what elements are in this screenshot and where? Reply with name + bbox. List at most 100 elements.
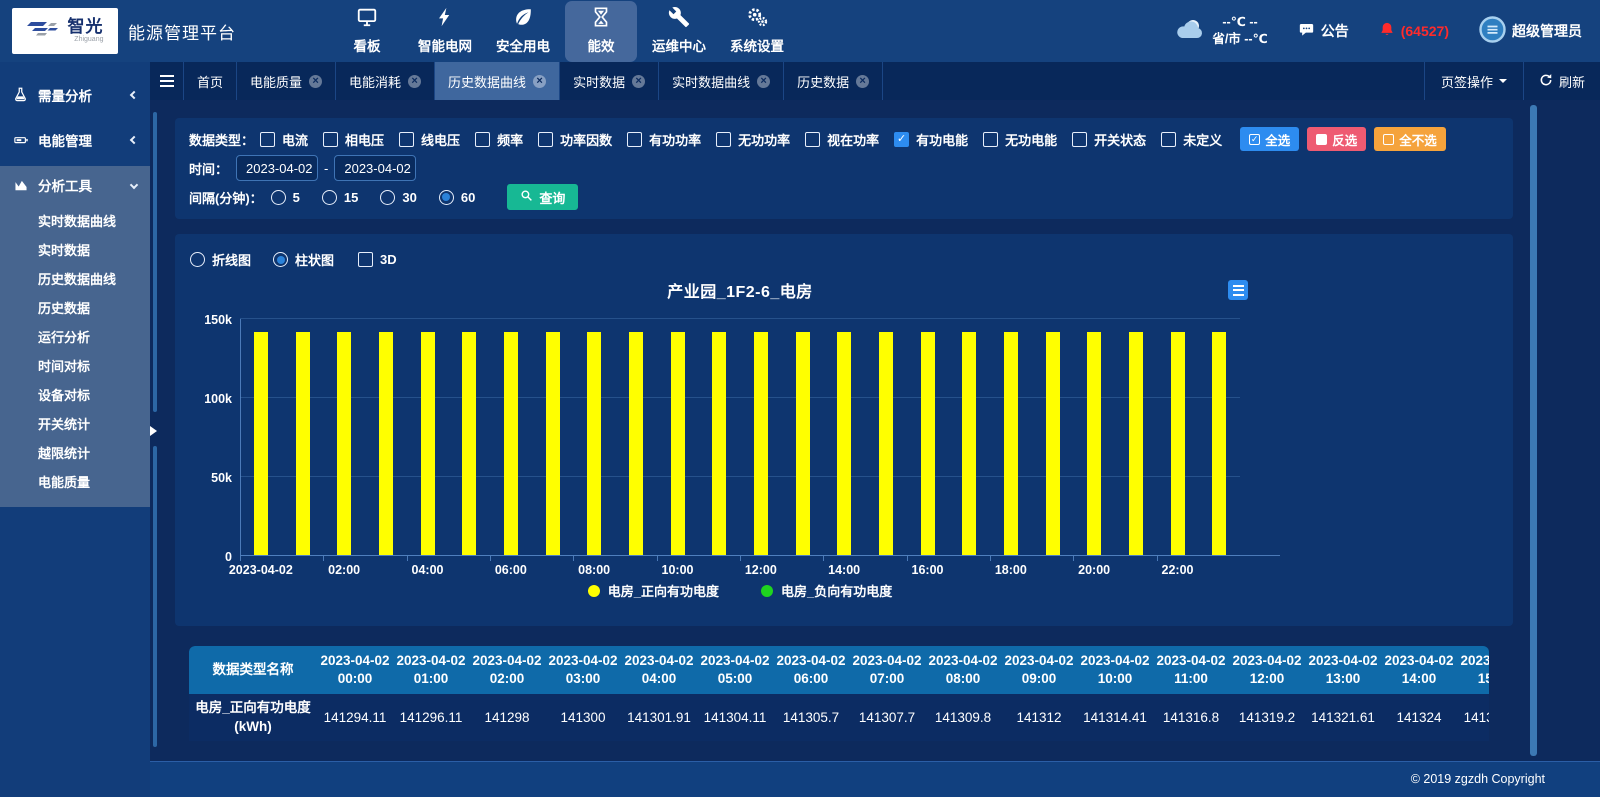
bar[interactable] bbox=[796, 332, 810, 555]
bar[interactable] bbox=[879, 332, 893, 555]
close-icon[interactable]: × bbox=[856, 75, 869, 88]
left-scrollbar[interactable] bbox=[153, 446, 157, 747]
datatype-checkbox-0[interactable]: 电流 bbox=[260, 130, 308, 149]
bar[interactable] bbox=[1129, 332, 1143, 555]
bar[interactable] bbox=[671, 332, 685, 555]
notice-button[interactable]: 公告 bbox=[1298, 21, 1349, 41]
close-icon[interactable]: × bbox=[757, 75, 770, 88]
sidebar-item-3[interactable]: 历史数据 bbox=[0, 294, 150, 323]
time-to-input[interactable] bbox=[334, 155, 416, 181]
legend-item[interactable]: 电房_正向有功电度 bbox=[588, 581, 719, 600]
bar[interactable] bbox=[1171, 332, 1185, 555]
threed-checkbox[interactable]: 3D bbox=[358, 252, 397, 267]
table-cell: 141300 bbox=[545, 694, 621, 741]
bar[interactable] bbox=[462, 332, 476, 555]
nav-item-gears[interactable]: 系统设置 bbox=[721, 1, 793, 62]
query-button[interactable]: 查询 bbox=[507, 184, 578, 210]
app-logo[interactable]: 智光 Zhiguang bbox=[12, 8, 118, 54]
nav-item-leaf[interactable]: 安全用电 bbox=[487, 1, 559, 62]
line-chart-radio[interactable]: 折线图 bbox=[190, 250, 251, 269]
bar[interactable] bbox=[962, 332, 976, 555]
close-icon[interactable]: × bbox=[309, 75, 322, 88]
legend-item[interactable]: 电房_负向有功电度 bbox=[761, 581, 892, 600]
filter-button-2[interactable]: 全不选 bbox=[1374, 127, 1446, 151]
close-icon[interactable]: × bbox=[408, 75, 421, 88]
datatype-checkbox-2[interactable]: 线电压 bbox=[399, 130, 460, 149]
nav-item-label: 安全用电 bbox=[487, 35, 559, 55]
bar[interactable] bbox=[254, 332, 268, 555]
sidebar-item-0[interactable]: 实时数据曲线 bbox=[0, 207, 150, 236]
sidebar-group-chart[interactable]: 分析工具 bbox=[0, 166, 150, 203]
interval-radio-5[interactable]: 5 bbox=[271, 190, 300, 205]
nav-item-lightning[interactable]: 智能电网 bbox=[409, 1, 481, 62]
sidebar-group-flask[interactable]: 需量分析 bbox=[0, 76, 150, 113]
sidebar-item-9[interactable]: 电能质量 bbox=[0, 468, 150, 497]
datatype-checkbox-8[interactable]: ✓有功电能 bbox=[894, 130, 968, 149]
bar[interactable] bbox=[337, 332, 351, 555]
datatype-checkbox-1[interactable]: 相电压 bbox=[323, 130, 384, 149]
bar[interactable] bbox=[837, 332, 851, 555]
datatype-checkbox-6[interactable]: 无功功率 bbox=[716, 130, 790, 149]
user-menu[interactable]: 超级管理员 bbox=[1479, 16, 1582, 46]
hamburger-icon[interactable] bbox=[150, 62, 184, 100]
bar[interactable] bbox=[1004, 332, 1018, 555]
table-header-cell: 2023-04-0202:00 bbox=[469, 646, 545, 694]
refresh-button[interactable]: 刷新 bbox=[1523, 62, 1600, 100]
datatype-checkbox-4[interactable]: 功率因数 bbox=[538, 130, 612, 149]
bar[interactable] bbox=[629, 332, 643, 555]
bar[interactable] bbox=[921, 332, 935, 555]
bar[interactable] bbox=[1087, 332, 1101, 555]
sidebar-item-8[interactable]: 越限统计 bbox=[0, 439, 150, 468]
bar[interactable] bbox=[546, 332, 560, 555]
bar[interactable] bbox=[1046, 332, 1060, 555]
filter-button-0[interactable]: ✓全选 bbox=[1240, 127, 1299, 151]
bar[interactable] bbox=[504, 332, 518, 555]
interval-radio-60[interactable]: 60 bbox=[439, 190, 475, 205]
nav-item-monitor[interactable]: 看板 bbox=[331, 1, 403, 62]
sidebar-item-6[interactable]: 设备对标 bbox=[0, 381, 150, 410]
sidebar-item-1[interactable]: 实时数据 bbox=[0, 236, 150, 265]
tab-0[interactable]: 首页 bbox=[184, 62, 237, 100]
datatype-checkbox-7[interactable]: 视在功率 bbox=[805, 130, 879, 149]
weather-widget[interactable]: --℃ -- 省/市 --℃ bbox=[1174, 14, 1267, 48]
bar[interactable] bbox=[296, 332, 310, 555]
sidebar-item-5[interactable]: 时间对标 bbox=[0, 352, 150, 381]
datatype-checkbox-3[interactable]: 频率 bbox=[475, 130, 523, 149]
sidebar-item-2[interactable]: 历史数据曲线 bbox=[0, 265, 150, 294]
sidebar-collapse-handle[interactable] bbox=[150, 426, 157, 436]
bar[interactable] bbox=[379, 332, 393, 555]
interval-radio-15[interactable]: 15 bbox=[322, 190, 358, 205]
bar[interactable] bbox=[421, 332, 435, 555]
datatype-checkbox-10[interactable]: 开关状态 bbox=[1072, 130, 1146, 149]
chart-menu-icon[interactable] bbox=[1228, 280, 1248, 300]
tab-3[interactable]: 历史数据曲线× bbox=[435, 62, 560, 100]
bar[interactable] bbox=[1212, 332, 1226, 555]
time-from-input[interactable] bbox=[236, 155, 318, 181]
sidebar-group-battery[interactable]: 电能管理 bbox=[0, 121, 150, 158]
nav-item-wrench[interactable]: 运维中心 bbox=[643, 1, 715, 62]
close-icon[interactable]: × bbox=[533, 75, 546, 88]
interval-radio-30[interactable]: 30 bbox=[380, 190, 416, 205]
datatype-checkbox-5[interactable]: 有功功率 bbox=[627, 130, 701, 149]
sidebar-item-4[interactable]: 运行分析 bbox=[0, 323, 150, 352]
tab-4[interactable]: 实时数据× bbox=[560, 62, 659, 100]
bar[interactable] bbox=[712, 332, 726, 555]
tab-6[interactable]: 历史数据× bbox=[784, 62, 883, 100]
filter-button-1[interactable]: 反选 bbox=[1307, 127, 1366, 151]
bar[interactable] bbox=[754, 332, 768, 555]
vertical-scrollbar[interactable] bbox=[1530, 105, 1537, 756]
tab-operations-dropdown[interactable]: 页签操作 bbox=[1424, 62, 1523, 100]
nav-item-hourglass[interactable]: 能效 bbox=[565, 1, 637, 62]
header-date: 2023-04-02 bbox=[548, 652, 617, 670]
tab-2[interactable]: 电能消耗× bbox=[336, 62, 435, 100]
close-icon[interactable]: × bbox=[632, 75, 645, 88]
datatype-checkbox-9[interactable]: 无功电能 bbox=[983, 130, 1057, 149]
sidebar-item-7[interactable]: 开关统计 bbox=[0, 410, 150, 439]
left-scrollbar[interactable] bbox=[153, 112, 157, 412]
bar[interactable] bbox=[587, 332, 601, 555]
tab-1[interactable]: 电能质量× bbox=[237, 62, 336, 100]
bar-chart-radio[interactable]: 柱状图 bbox=[273, 250, 334, 269]
alerts-button[interactable]: (64527) bbox=[1379, 21, 1449, 41]
datatype-checkbox-11[interactable]: 未定义 bbox=[1161, 130, 1222, 149]
tab-5[interactable]: 实时数据曲线× bbox=[659, 62, 784, 100]
